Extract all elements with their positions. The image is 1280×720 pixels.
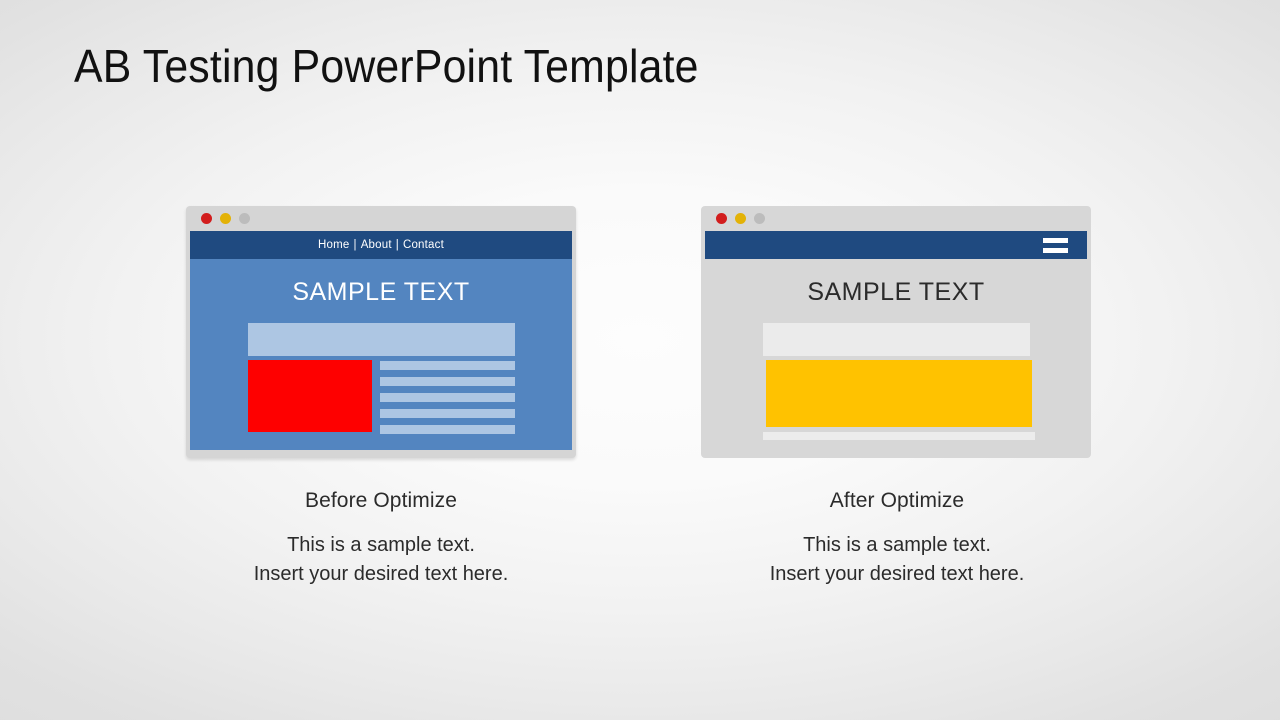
- site-navbar-after: [705, 231, 1087, 259]
- page-body-before: SAMPLE TEXT: [190, 259, 572, 450]
- site-navbar-before: Home | About | Contact: [190, 231, 572, 259]
- text-line-group: [380, 361, 515, 434]
- cta-block-yellow: [766, 360, 1032, 427]
- footer-strip: [763, 432, 1035, 440]
- hamburger-menu-icon[interactable]: [1043, 238, 1068, 253]
- slide-canvas: AB Testing PowerPoint Template Home | Abou…: [0, 0, 1280, 720]
- close-dot-icon[interactable]: [201, 213, 212, 224]
- minimize-dot-icon[interactable]: [735, 213, 746, 224]
- maximize-dot-icon[interactable]: [239, 213, 250, 224]
- page-body-after: SAMPLE TEXT: [705, 259, 1087, 450]
- maximize-dot-icon[interactable]: [754, 213, 765, 224]
- caption-line-2: Insert your desired text here.: [253, 563, 509, 585]
- nav-separator-2: |: [395, 239, 399, 251]
- hamburger-bar: [1043, 238, 1068, 243]
- text-line: [380, 409, 515, 418]
- caption-line-2: Insert your desired text here.: [769, 563, 1025, 585]
- close-dot-icon[interactable]: [716, 213, 727, 224]
- nav-item-home[interactable]: Home: [318, 239, 349, 251]
- text-line: [380, 393, 515, 402]
- caption-before: Before Optimize This is a sample text. I…: [151, 489, 611, 589]
- caption-heading-before: Before Optimize: [304, 489, 458, 512]
- caption-after: After Optimize This is a sample text. In…: [667, 489, 1127, 589]
- browser-titlebar: [701, 206, 1091, 230]
- caption-body-before: This is a sample text. Insert your desir…: [151, 531, 611, 589]
- caption-line-1: This is a sample text.: [287, 534, 475, 556]
- minimize-dot-icon[interactable]: [220, 213, 231, 224]
- nav-separator-1: |: [353, 239, 357, 251]
- page-title: AB Testing PowerPoint Template: [74, 40, 699, 92]
- page-headline-after: SAMPLE TEXT: [807, 278, 985, 306]
- nav-links-group: Home | About | Contact: [318, 239, 444, 251]
- hamburger-bar: [1043, 248, 1068, 253]
- nav-item-contact[interactable]: Contact: [403, 239, 444, 251]
- text-line: [380, 377, 515, 386]
- caption-body-after: This is a sample text. Insert your desir…: [667, 531, 1127, 589]
- caption-heading-after: After Optimize: [829, 489, 965, 512]
- browser-mockup-after[interactable]: SAMPLE TEXT: [701, 206, 1091, 458]
- hero-banner-placeholder: [763, 323, 1030, 356]
- text-line: [380, 361, 515, 370]
- browser-mockup-before[interactable]: Home | About | Contact SAMPLE TEXT: [186, 206, 576, 458]
- browser-titlebar: [186, 206, 576, 230]
- page-headline-before: SAMPLE TEXT: [292, 278, 470, 306]
- media-block-red: [248, 360, 372, 432]
- nav-item-about[interactable]: About: [361, 239, 392, 251]
- caption-line-1: This is a sample text.: [803, 534, 991, 556]
- text-line: [380, 425, 515, 434]
- hero-banner-placeholder: [248, 323, 515, 356]
